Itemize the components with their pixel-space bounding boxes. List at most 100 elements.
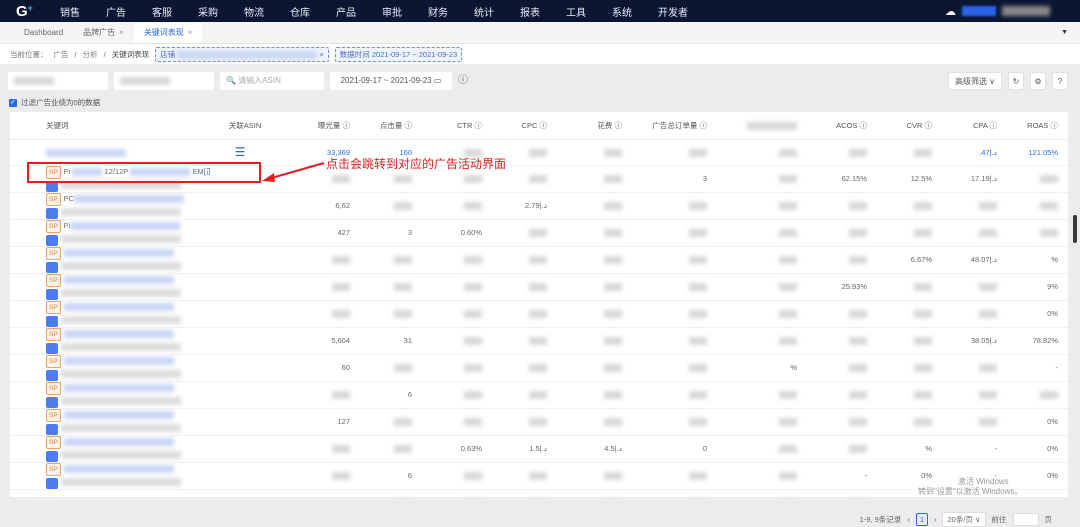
breadcrumb-analysis[interactable]: 分析	[83, 49, 98, 60]
table-cell	[942, 273, 1007, 301]
breadcrumb: 当前位置： 广告 / 分析 / 关键词表现 店铺 × 数据时间 2021-09-17…	[0, 44, 1080, 64]
nav-item[interactable]: 统计	[474, 4, 494, 19]
table-cell: 121.05%	[1007, 139, 1068, 166]
column-header[interactable]: CTR ⓘ	[422, 112, 492, 140]
filter-zero-checkbox[interactable]: ✓ 过滤广告业绩为0的数据	[9, 97, 100, 108]
table-row[interactable]: SP PC 6,62 2.79|.د	[10, 192, 1068, 220]
table-row[interactable]: SP 60% -	[10, 354, 1068, 382]
cloud-download-icon[interactable]: ☁	[945, 5, 956, 18]
nav-item[interactable]: 工具	[566, 4, 586, 19]
table-cell: %	[717, 354, 807, 382]
campaign-keyword-cell[interactable]: SP	[10, 327, 210, 355]
user-menu[interactable]	[1002, 6, 1050, 16]
table-cell	[632, 462, 717, 490]
campaign-keyword-cell[interactable]: SP	[10, 354, 210, 382]
table-cell	[807, 354, 877, 382]
campaign-keyword-cell[interactable]: SP Pi	[10, 219, 210, 247]
table-row[interactable]: SP 25.93% 9%	[10, 273, 1068, 301]
asin-search-input[interactable]: 🔍 请输入ASIN	[220, 72, 324, 90]
column-header[interactable]: ROAS ⓘ	[1007, 112, 1068, 140]
table-row[interactable]: SP 127 0%	[10, 408, 1068, 436]
filter-select-1[interactable]	[8, 72, 108, 90]
nav-item[interactable]: 销售	[60, 4, 80, 19]
campaign-keyword-cell[interactable]: SP	[10, 462, 210, 490]
scrollbar[interactable]	[1073, 215, 1077, 243]
goto-page-input[interactable]	[1012, 513, 1039, 526]
nav-item[interactable]: 开发者	[658, 4, 688, 19]
table-cell	[280, 462, 360, 490]
table-row[interactable]: SP 6-0% -0%	[10, 462, 1068, 490]
campaign-link[interactable]: Pi	[64, 221, 71, 230]
filter-select-2[interactable]	[114, 72, 214, 90]
table-row[interactable]: SP 6	[10, 381, 1068, 409]
tab-dashboard[interactable]: Dashboard	[14, 23, 74, 43]
store-filter-chip[interactable]: 店铺 ×	[155, 46, 329, 62]
nav-item[interactable]: 物流	[244, 4, 264, 19]
campaign-keyword-cell[interactable]: SP	[10, 300, 210, 328]
help-icon[interactable]: ⓘ	[458, 72, 468, 90]
nav-item[interactable]: 采购	[198, 4, 218, 19]
nav-item[interactable]: 报表	[520, 4, 540, 19]
table-row[interactable]: SP 6.67% 48.07|.د%	[10, 246, 1068, 274]
column-header[interactable]: 广告总订单量 ⓘ	[632, 112, 717, 140]
nav-item[interactable]: 仓库	[290, 4, 310, 19]
campaign-keyword-cell[interactable]: SP PC	[10, 192, 210, 220]
campaign-keyword-cell[interactable]: SP	[10, 381, 210, 409]
table-cell	[557, 381, 632, 409]
breadcrumb-ads[interactable]: 广告	[54, 49, 69, 60]
column-header[interactable]	[717, 112, 807, 140]
date-range-picker[interactable]: 2021-09-17 ~ 2021-09-23 ▭	[330, 72, 452, 90]
table-row[interactable]: SP 5,604 31 38.05|.د 78.82%	[10, 327, 1068, 355]
list-icon[interactable]: ☰	[235, 145, 246, 159]
nav-item[interactable]: 审批	[382, 4, 402, 19]
campaign-keyword-cell[interactable]: SP	[10, 246, 210, 274]
table-cell	[877, 381, 942, 409]
next-page-icon[interactable]: ›	[934, 515, 937, 524]
settings-button[interactable]: ⚙	[1030, 72, 1046, 90]
match-type-badge	[46, 234, 59, 245]
annotation-text: 点击会跳转到对应的广告活动界面	[326, 157, 507, 171]
table-row[interactable]: SP Pi 427 3 0.60%	[10, 219, 1068, 247]
campaign-keyword-cell[interactable]: SP	[10, 435, 210, 463]
tab-keyword-performance[interactable]: 关键词表现 ×	[133, 23, 203, 43]
store-selector[interactable]	[962, 6, 996, 16]
campaign-keyword-cell[interactable]: SP	[10, 273, 210, 301]
column-header[interactable]: CVR ⓘ	[877, 112, 942, 140]
date-filter-chip[interactable]: 数据时间 2021-09-17 ~ 2021-09-23	[334, 46, 463, 62]
column-header[interactable]: CPA ⓘ	[942, 112, 1007, 140]
campaign-keyword-cell[interactable]: SP	[10, 408, 210, 436]
related-asin-cell	[210, 354, 280, 382]
close-icon[interactable]: ×	[119, 28, 124, 37]
page-size-select[interactable]: 20条/页 ∨	[942, 512, 986, 527]
nav-item[interactable]: 客服	[152, 4, 172, 19]
table-cell	[807, 408, 877, 436]
nav-item[interactable]: 产品	[336, 4, 356, 19]
column-header[interactable]: CPC ⓘ	[492, 112, 557, 140]
table-cell: 427	[280, 219, 360, 247]
close-icon[interactable]: ×	[188, 28, 193, 37]
page-1[interactable]: 1	[915, 513, 928, 526]
refresh-button[interactable]: ↻	[1008, 72, 1024, 90]
column-header[interactable]: 点击量 ⓘ	[360, 112, 422, 140]
table-cell	[422, 354, 492, 382]
table-row[interactable]: SP 0%	[10, 300, 1068, 328]
help-button[interactable]: ?	[1052, 72, 1068, 90]
table-cell	[422, 381, 492, 409]
nav-item[interactable]: 广告	[106, 4, 126, 19]
table-cell	[942, 300, 1007, 328]
column-header[interactable]: 花费 ⓘ	[557, 112, 632, 140]
column-header[interactable]: ACOS ⓘ	[807, 112, 877, 140]
table-row[interactable]: SP 0.63% 1.5|.د 4.5|.د 0% -0%	[10, 435, 1068, 463]
nav-item[interactable]: 系统	[612, 4, 632, 19]
nav-item[interactable]: 财务	[428, 4, 448, 19]
advanced-filter-button[interactable]: 高级筛选 ∨	[948, 72, 1002, 90]
logo[interactable]: G+	[0, 3, 50, 20]
match-type-badge	[46, 288, 59, 299]
column-header[interactable]: 曝光量 ⓘ	[280, 112, 360, 140]
campaign-link[interactable]: PC	[64, 194, 74, 203]
tab-brand-ads[interactable]: 品牌广告 ×	[73, 23, 134, 43]
sp-badge: SP	[46, 462, 61, 476]
prev-page-icon[interactable]: ‹	[907, 515, 910, 524]
match-type-badge	[46, 315, 59, 326]
tabs-dropdown-icon[interactable]: ▼	[1061, 29, 1068, 36]
